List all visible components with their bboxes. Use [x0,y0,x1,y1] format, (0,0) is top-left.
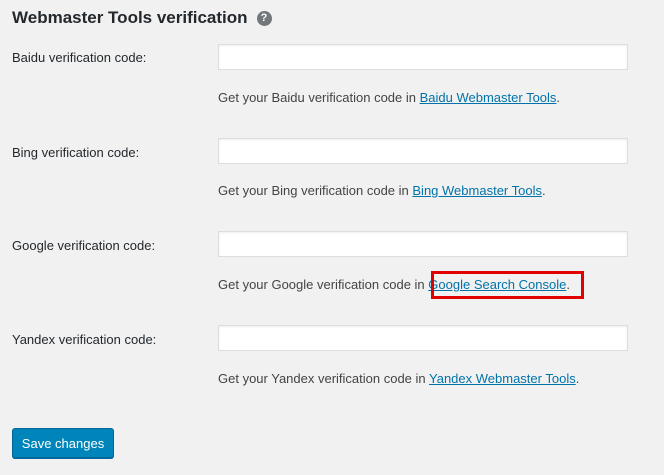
bing-verification-input[interactable] [218,138,628,164]
yandex-verification-input[interactable] [218,325,628,351]
save-changes-button[interactable]: Save changes [12,428,114,458]
section-title-text: Webmaster Tools verification [12,8,248,27]
bing-verification-label: Bing verification code: [12,145,140,160]
help-icon[interactable]: ? [256,10,272,26]
yandex-verification-label: Yandex verification code: [12,332,157,347]
baidu-verification-description: Get your Baidu verification code in Baid… [218,90,561,105]
baidu-webmaster-tools-link[interactable]: Baidu Webmaster Tools [420,90,557,105]
yandex-webmaster-tools-link[interactable]: Yandex Webmaster Tools [429,371,576,386]
google-verification-description: Get your Google verification code in Goo… [218,277,570,292]
baidu-verification-label: Baidu verification code: [12,50,147,65]
section-title: Webmaster Tools verification ? [12,6,272,30]
google-verification-input[interactable] [218,231,628,257]
yandex-verification-description: Get your Yandex verification code in Yan… [218,371,580,386]
baidu-verification-input[interactable] [218,44,628,70]
google-search-console-link[interactable]: Google Search Console [428,277,566,292]
google-verification-label: Google verification code: [12,238,156,253]
bing-webmaster-tools-link[interactable]: Bing Webmaster Tools [412,183,542,198]
bing-verification-description: Get your Bing verification code in Bing … [218,183,546,198]
